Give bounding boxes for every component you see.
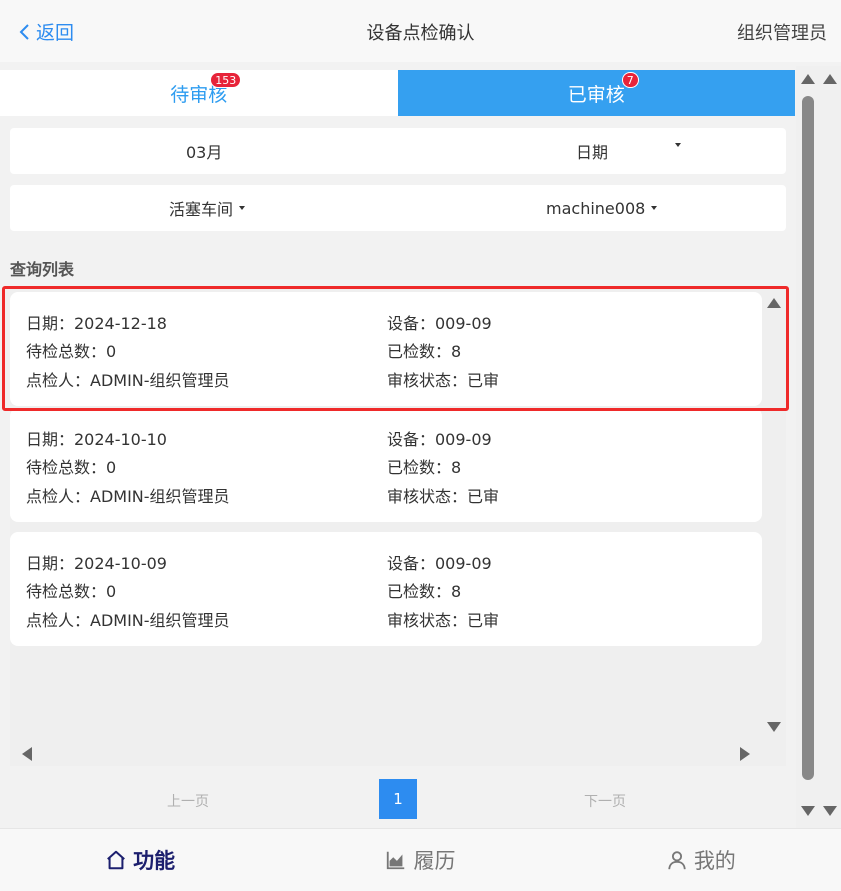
chart-icon [387, 851, 405, 870]
list-vertical-scrollbar[interactable] [763, 292, 787, 742]
record-card[interactable]: 日期：2024-10-09 设备：009-09 待检总数：0 已检数：8 点检人… [10, 532, 762, 646]
app-header: 返回 设备点检确认 组织管理员 [0, 0, 841, 62]
record-status: 审核状态：已审 [387, 611, 500, 630]
record-checked-count: 已检数：8 [387, 582, 462, 601]
user-icon [668, 851, 686, 870]
section-title: 查询列表 [10, 260, 75, 279]
equipment-filter-bar: 活塞车间 machine008 [10, 185, 786, 231]
tab-pending-review[interactable]: 待审核 153 [0, 70, 398, 116]
tab-label: 已审核 [567, 83, 625, 106]
scroll-down-arrow-icon[interactable] [823, 806, 837, 816]
scroll-up-arrow-icon[interactable] [767, 298, 781, 308]
tab-reviewed[interactable]: 已审核 7 [397, 70, 795, 116]
machine-select[interactable]: machine008 [546, 185, 658, 231]
scroll-up-arrow-icon[interactable] [823, 74, 837, 84]
caret-down-icon [651, 206, 658, 210]
scroll-left-arrow-icon[interactable] [22, 747, 32, 761]
record-device: 设备：009-09 [387, 554, 492, 573]
user-role: 组织管理员 [737, 23, 827, 44]
prev-page-button[interactable]: 上一页 [167, 791, 209, 811]
review-tabs: 待审核 153 已审核 7 [0, 70, 795, 116]
record-card[interactable]: 日期：2024-10-10 设备：009-09 待检总数：0 已检数：8 点检人… [10, 408, 762, 522]
bottom-navigation: 功能 履历 我的 [0, 828, 841, 891]
workshop-select[interactable]: 活塞车间 [169, 185, 246, 231]
nav-label: 功能 [133, 849, 176, 873]
record-status: 审核状态：已审 [387, 487, 500, 506]
list-horizontal-scrollbar[interactable] [10, 742, 763, 766]
scroll-down-arrow-icon[interactable] [801, 806, 815, 816]
scroll-right-arrow-icon[interactable] [740, 747, 750, 761]
record-pending-total: 待检总数：0 [26, 582, 117, 601]
record-pending-total: 待检总数：0 [26, 458, 117, 477]
current-page-button[interactable]: 1 [379, 779, 417, 819]
month-value: 03月 [186, 143, 223, 162]
date-label: 日期 [576, 143, 609, 162]
date-picker[interactable]: 日期 [576, 128, 608, 174]
record-inspector: 点检人：ADMIN-组织管理员 [26, 611, 230, 630]
scrollbar-thumb[interactable] [802, 96, 814, 780]
date-filter-bar: 03月 日期 [10, 128, 786, 174]
record-checked-count: 已检数：8 [387, 458, 462, 477]
page-vertical-scrollbar[interactable] [796, 66, 841, 828]
record-inspector: 点检人：ADMIN-组织管理员 [26, 487, 230, 506]
nav-label: 我的 [693, 849, 736, 873]
month-picker[interactable]: 03月 [186, 128, 222, 174]
record-device: 设备：009-09 [387, 430, 492, 449]
caret-down-icon [675, 143, 681, 147]
nav-label: 履历 [413, 849, 456, 873]
nav-mine[interactable]: 我的 [561, 829, 841, 891]
workshop-value: 活塞车间 [169, 200, 234, 219]
selected-record-highlight [2, 286, 789, 411]
machine-value: machine008 [546, 198, 646, 218]
date-dropdown-caret[interactable] [669, 122, 681, 168]
pending-count-badge: 153 [210, 71, 242, 88]
scroll-down-arrow-icon[interactable] [767, 722, 781, 732]
next-page-button[interactable]: 下一页 [584, 791, 626, 811]
record-date: 日期：2024-10-10 [26, 430, 167, 449]
reviewed-count-badge: 7 [621, 71, 639, 88]
pagination: 上一页 1 下一页 [0, 776, 795, 824]
nav-function[interactable]: 功能 [0, 829, 280, 891]
record-date: 日期：2024-10-09 [26, 554, 167, 573]
nav-history[interactable]: 履历 [280, 829, 560, 891]
page-title: 设备点检确认 [366, 23, 475, 44]
caret-down-icon [239, 206, 246, 210]
home-icon [107, 850, 126, 870]
scroll-up-arrow-icon[interactable] [801, 74, 815, 84]
